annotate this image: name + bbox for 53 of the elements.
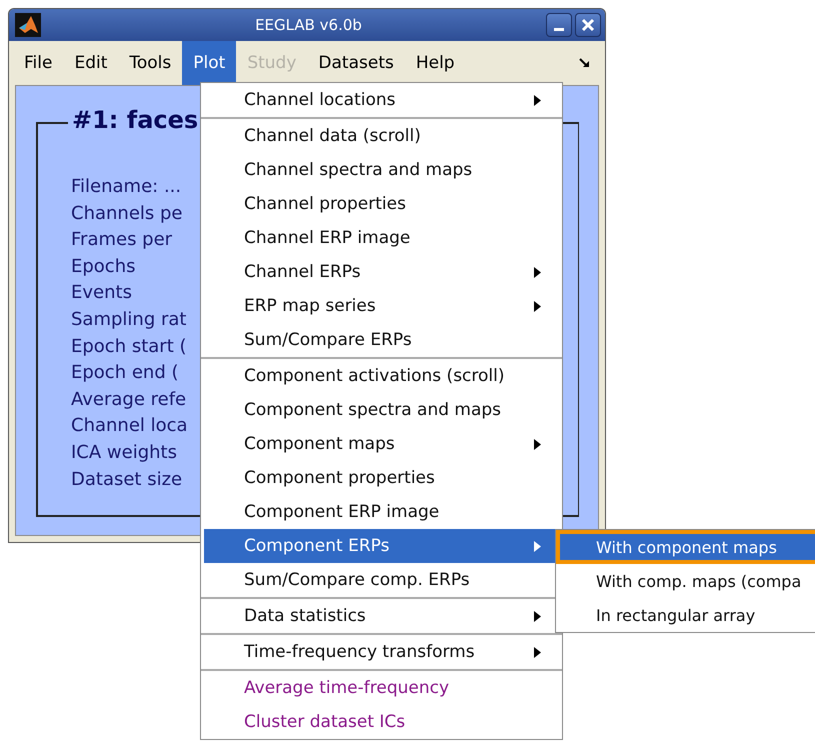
close-button[interactable] — [575, 13, 601, 37]
submenu-arrow-icon — [534, 94, 541, 106]
menu-option[interactable]: Component activations (scroll) — [204, 359, 559, 393]
submenu-arrow-icon — [534, 300, 541, 312]
menu-option[interactable]: Channel data (scroll) — [204, 119, 559, 153]
field-label: Sampling rat — [71, 308, 186, 332]
menu-option[interactable]: Component maps — [204, 427, 559, 461]
menu-item[interactable]: Tools — [118, 41, 182, 85]
menu-item[interactable]: File — [13, 41, 64, 85]
field-label: ICA weights — [71, 440, 177, 465]
field-label: Events — [71, 281, 132, 306]
menu-option[interactable]: Channel properties — [204, 187, 559, 221]
window-title: EEGLAB v6.0b — [254, 16, 363, 34]
menu-option[interactable]: With component maps — [556, 530, 815, 564]
menu-item[interactable]: Edit — [63, 41, 118, 85]
field-label: Dataset size — [71, 468, 182, 492]
menu-option[interactable]: Component properties — [204, 461, 559, 495]
field-label: Average refe — [71, 388, 186, 412]
menu-option[interactable]: Channel spectra and maps — [204, 153, 559, 187]
submenu-arrow-icon — [534, 266, 541, 278]
field-label: Frames per — [71, 228, 172, 252]
minimize-icon — [554, 28, 564, 30]
field-label: Epochs — [71, 254, 136, 279]
menu-option[interactable]: ERP map series — [204, 289, 559, 323]
menu-option[interactable]: Data statistics — [204, 599, 559, 633]
app-logo-icon — [15, 13, 41, 37]
menu-option[interactable]: Sum/Compare comp. ERPs — [204, 563, 559, 597]
minimize-button[interactable] — [546, 13, 572, 37]
menu-option[interactable]: Component ERP image — [204, 495, 559, 529]
menu-option[interactable]: With comp. maps (compa — [556, 564, 815, 598]
menu-option[interactable]: Time-frequency transforms — [204, 635, 559, 669]
field-label: Channel loca — [71, 414, 188, 438]
menu-item[interactable]: Plot — [182, 41, 236, 85]
field-label: Channels pe — [71, 202, 182, 226]
menu-option[interactable]: Channel ERP image — [204, 221, 559, 255]
menu-option[interactable]: Channel locations — [204, 83, 559, 117]
submenu-arrow-icon — [534, 540, 541, 552]
menu-option[interactable]: Sum/Compare ERPs — [204, 323, 559, 357]
field-label: Epoch end ( — [71, 361, 178, 386]
menu-option[interactable]: Cluster dataset ICs — [204, 705, 559, 739]
field-label: Epoch start ( — [71, 334, 187, 359]
submenu-arrow-icon — [534, 646, 541, 658]
menu-option[interactable]: In rectangular array — [556, 598, 815, 632]
menu-option[interactable]: Component spectra and maps — [204, 393, 559, 427]
submenu-arrow-icon — [534, 610, 541, 622]
menu-option[interactable]: Average time-frequency — [204, 671, 559, 705]
close-icon — [581, 18, 595, 32]
field-label: Filename: ... — [71, 175, 182, 199]
menu-item[interactable]: Help — [404, 41, 466, 85]
menu-item[interactable]: Datasets — [307, 41, 405, 85]
dock-arrow-icon[interactable] — [579, 57, 591, 69]
menu-option[interactable]: Channel ERPs — [204, 255, 559, 289]
submenu-arrow-icon — [534, 438, 541, 450]
